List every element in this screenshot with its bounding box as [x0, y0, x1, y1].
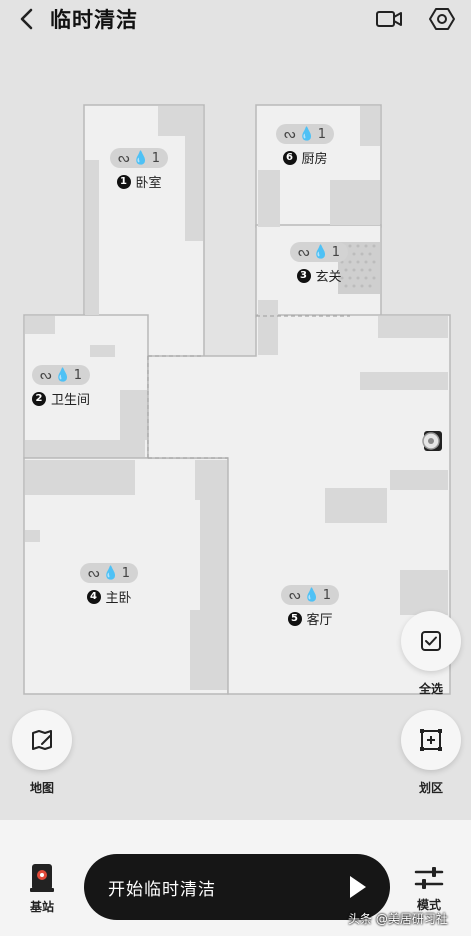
zone-button[interactable]	[401, 710, 461, 770]
room-name: 玄关	[315, 270, 342, 285]
obstacle-block	[25, 530, 40, 542]
room-settings-pill: ᔓ 💧 1	[276, 124, 335, 144]
obstacle-block	[25, 316, 55, 334]
water-drop-icon: 💧	[298, 126, 315, 142]
room-label-kitchen[interactable]: ᔓ 💧 1 6 厨房	[276, 124, 335, 167]
suction-fan-icon: ᔓ	[289, 587, 301, 603]
start-cleaning-button[interactable]: 开始临时清洁	[84, 854, 390, 920]
obstacle-block	[195, 460, 227, 500]
sliders-icon	[414, 867, 444, 889]
room-level: 1	[121, 565, 131, 581]
room-name: 厨房	[301, 152, 328, 167]
room-name: 卧室	[135, 176, 162, 191]
mode-button[interactable]: 模式	[412, 864, 446, 913]
suction-fan-icon: ᔓ	[40, 367, 52, 383]
settings-icon[interactable]	[428, 6, 456, 32]
map-button[interactable]	[12, 710, 72, 770]
obstacle-block	[360, 106, 380, 146]
room-number-badge: 4	[86, 589, 101, 604]
base-station-icon	[30, 864, 54, 892]
obstacle-block	[25, 460, 135, 495]
obstacle-block	[330, 180, 380, 225]
base-station-button[interactable]: 基站	[24, 862, 60, 915]
start-cleaning-label: 开始临时清洁	[108, 880, 216, 900]
room-settings-pill: ᔓ 💧 1	[290, 242, 349, 262]
obstacle-block	[25, 440, 145, 457]
select-all-button[interactable]	[401, 611, 461, 671]
robot-vacuum-icon	[422, 431, 442, 451]
obstacle-block	[85, 160, 99, 315]
room-level: 1	[73, 367, 83, 383]
room-level: 1	[331, 244, 341, 260]
room-number-badge: 2	[32, 391, 47, 406]
room-name: 卫生间	[51, 393, 91, 408]
water-drop-icon: 💧	[312, 244, 329, 260]
water-drop-icon: 💧	[303, 587, 320, 603]
obstacle-block	[258, 170, 280, 227]
room-number-badge: 6	[282, 150, 297, 165]
water-drop-icon: 💧	[102, 565, 119, 581]
obstacle-block	[185, 106, 203, 241]
room-number-badge: 5	[287, 611, 302, 626]
obstacle-block	[120, 390, 147, 440]
obstacle-block	[378, 316, 448, 338]
room-level: 1	[317, 126, 327, 142]
room-name: 主卧	[105, 591, 132, 606]
select-all-label: 全选	[418, 682, 443, 696]
suction-fan-icon: ᔓ	[118, 150, 130, 166]
floor-plan	[23, 104, 451, 695]
room-label-living-room[interactable]: ᔓ 💧 1 5 客厅	[281, 585, 340, 628]
video-camera-icon[interactable]	[375, 6, 403, 32]
room-number-badge: 3	[296, 268, 311, 283]
obstacle-block	[200, 500, 227, 610]
room-settings-pill: ᔓ 💧 1	[80, 563, 139, 583]
obstacle-block	[190, 610, 227, 690]
room-label-bathroom[interactable]: ᔓ 💧 1 2 卫生间	[32, 365, 91, 408]
base-station-label: 基站	[29, 900, 54, 914]
room-label-master-bedroom[interactable]: ᔓ 💧 1 4 主卧	[80, 563, 139, 606]
checkbox-icon	[421, 631, 441, 651]
suction-fan-icon: ᔓ	[284, 126, 296, 142]
room-settings-pill: ᔓ 💧 1	[281, 585, 340, 605]
water-drop-icon: 💧	[132, 150, 149, 166]
room-number-badge: 1	[116, 174, 131, 189]
room-label-bedroom[interactable]: ᔓ 💧 1 1 卧室	[110, 148, 169, 191]
room-label-entrance[interactable]: ᔓ 💧 1 3 玄关	[290, 242, 349, 285]
zone-label: 划区	[418, 781, 443, 795]
room-level: 1	[151, 150, 161, 166]
obstacle-block	[258, 300, 278, 355]
page-title: 临时清洁	[50, 8, 138, 32]
zone-add-icon	[420, 729, 442, 751]
room-settings-pill: ᔓ 💧 1	[32, 365, 91, 385]
room-name: 客厅	[306, 613, 333, 628]
obstacle-block	[90, 345, 115, 357]
room-level: 1	[322, 587, 332, 603]
obstacle-block	[400, 570, 448, 615]
map-label: 地图	[29, 781, 54, 795]
obstacle-block	[360, 372, 448, 390]
map-edit-icon	[32, 730, 52, 750]
suction-fan-icon: ᔓ	[298, 244, 310, 260]
back-arrow-icon[interactable]	[14, 5, 42, 33]
watermark-text: 头条 @美居研习社	[348, 912, 448, 926]
play-icon	[350, 876, 366, 898]
obstacle-block	[390, 470, 448, 490]
floor-map[interactable]: ᔓ 💧 1 1 卧室 ᔓ 💧 1 6 厨房 ᔓ 💧 1 3 玄关 ᔓ 💧 1 2…	[0, 40, 471, 820]
header: 临时清洁	[0, 0, 471, 40]
room-settings-pill: ᔓ 💧 1	[110, 148, 169, 168]
obstacle-block	[325, 488, 387, 523]
water-drop-icon: 💧	[54, 367, 71, 383]
suction-fan-icon: ᔓ	[88, 565, 100, 581]
